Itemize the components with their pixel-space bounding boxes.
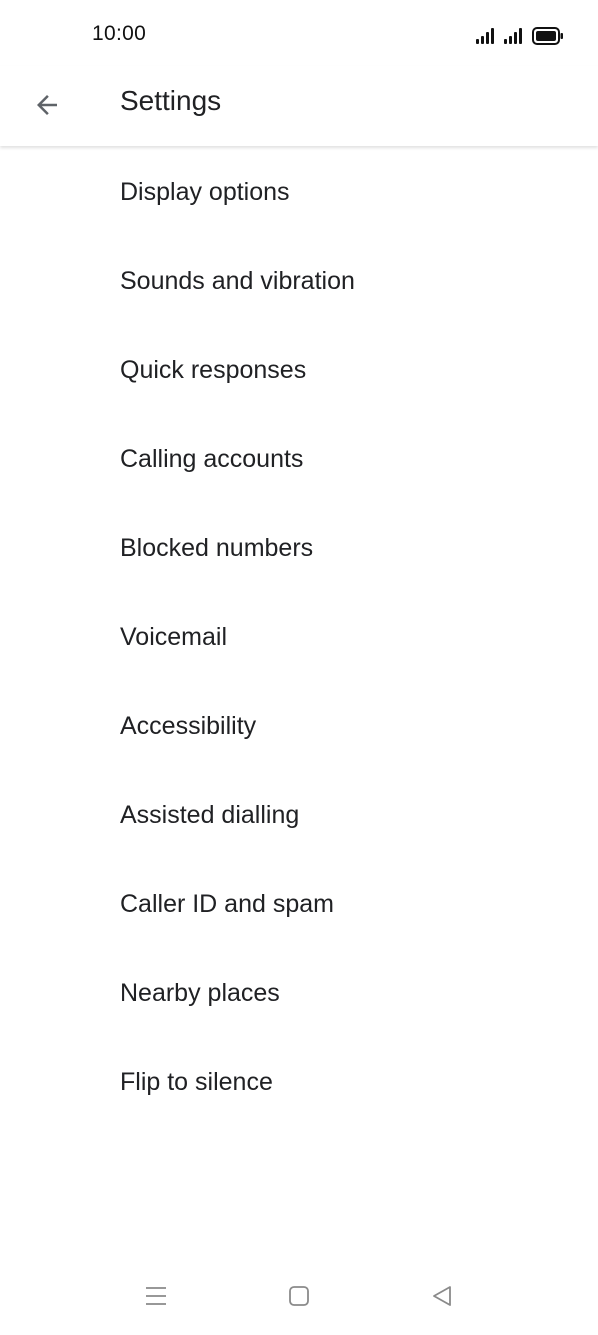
settings-item-voicemail[interactable]: Voicemail [0, 593, 598, 682]
nav-back-button[interactable] [417, 1271, 467, 1321]
settings-item-quick-responses[interactable]: Quick responses [0, 326, 598, 415]
status-bar: 10:00 [0, 0, 598, 66]
settings-item-blocked-numbers[interactable]: Blocked numbers [0, 504, 598, 593]
status-icons [476, 24, 563, 45]
home-icon [289, 1286, 309, 1306]
nav-home-button[interactable] [274, 1271, 324, 1321]
back-triangle-icon [433, 1286, 451, 1306]
settings-item-display-options[interactable]: Display options [0, 148, 598, 237]
settings-item-assisted-dialling[interactable]: Assisted dialling [0, 771, 598, 860]
settings-list: Display options Sounds and vibration Qui… [0, 148, 598, 1127]
settings-item-caller-id-and-spam[interactable]: Caller ID and spam [0, 860, 598, 949]
settings-item-flip-to-silence[interactable]: Flip to silence [0, 1038, 598, 1127]
app-bar: Settings [0, 66, 598, 146]
page-title: Settings [120, 85, 222, 116]
menu-icon [146, 1287, 166, 1305]
settings-item-nearby-places[interactable]: Nearby places [0, 949, 598, 1038]
signal-sim2-icon [504, 26, 522, 44]
battery-icon [532, 27, 563, 45]
back-button[interactable] [22, 80, 72, 130]
phone-screen: 10:00 Settings Display options Sounds an… [0, 0, 598, 1335]
arrow-back-icon [37, 95, 57, 115]
status-time: 10:00 [92, 22, 147, 45]
navigation-bar [0, 1259, 598, 1335]
settings-item-calling-accounts[interactable]: Calling accounts [0, 415, 598, 504]
settings-item-accessibility[interactable]: Accessibility [0, 682, 598, 771]
settings-item-sounds-and-vibration[interactable]: Sounds and vibration [0, 237, 598, 326]
signal-sim1-icon [476, 26, 494, 44]
nav-menu-button[interactable] [131, 1271, 181, 1321]
